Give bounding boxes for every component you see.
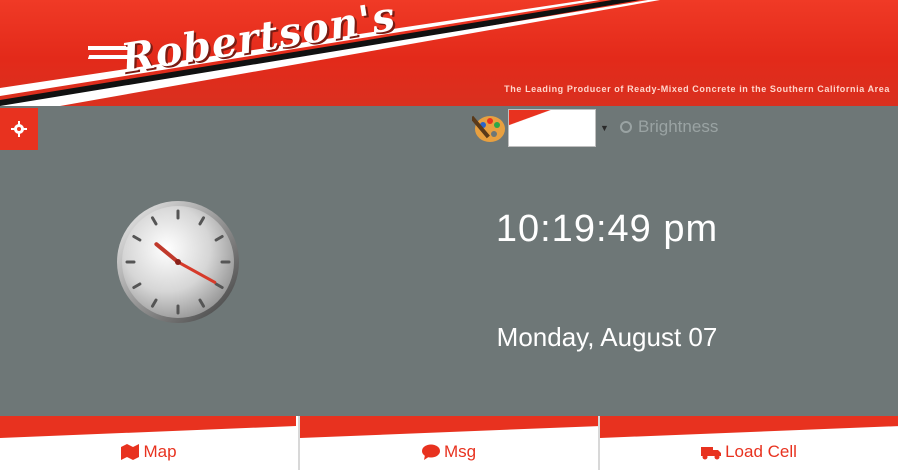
- ring-icon: [620, 121, 632, 133]
- brightness-label: Brightness: [638, 117, 719, 136]
- settings-button[interactable]: [0, 108, 38, 150]
- brightness-toggle[interactable]: Brightness: [620, 117, 718, 137]
- nav-map-button[interactable]: Map: [0, 416, 300, 470]
- bottom-nav: Map Msg Load Cell: [0, 416, 898, 470]
- truck-icon: [701, 447, 722, 460]
- map-icon: [121, 444, 140, 460]
- nav-load-cell-label-group: Load Cell: [600, 442, 898, 462]
- theme-dropdown[interactable]: [508, 109, 596, 147]
- nav-map-label: Map: [143, 442, 177, 461]
- nav-load-cell-button[interactable]: Load Cell: [600, 416, 898, 470]
- digital-time: 10:19:49 pm: [495, 208, 719, 250]
- chevron-down-icon[interactable]: ▼: [600, 123, 609, 133]
- gear-icon: [11, 121, 27, 137]
- nav-map-label-group: Map: [0, 442, 298, 462]
- chat-bubble-icon: [421, 444, 440, 460]
- palette-icon: [472, 115, 505, 142]
- nav-load-cell-label: Load Cell: [725, 442, 797, 461]
- brand-tagline: The Leading Producer of Ready-Mixed Conc…: [504, 84, 890, 94]
- current-date: Monday, August 07: [496, 322, 718, 352]
- nav-msg-label: Msg: [443, 442, 477, 461]
- theme-selector-group: ▼: [472, 108, 609, 148]
- analog-clock: [117, 201, 239, 323]
- nav-msg-button[interactable]: Msg: [300, 416, 600, 470]
- nav-msg-label-group: Msg: [300, 442, 598, 462]
- app-header: Robertson's The Leading Producer of Read…: [0, 0, 898, 106]
